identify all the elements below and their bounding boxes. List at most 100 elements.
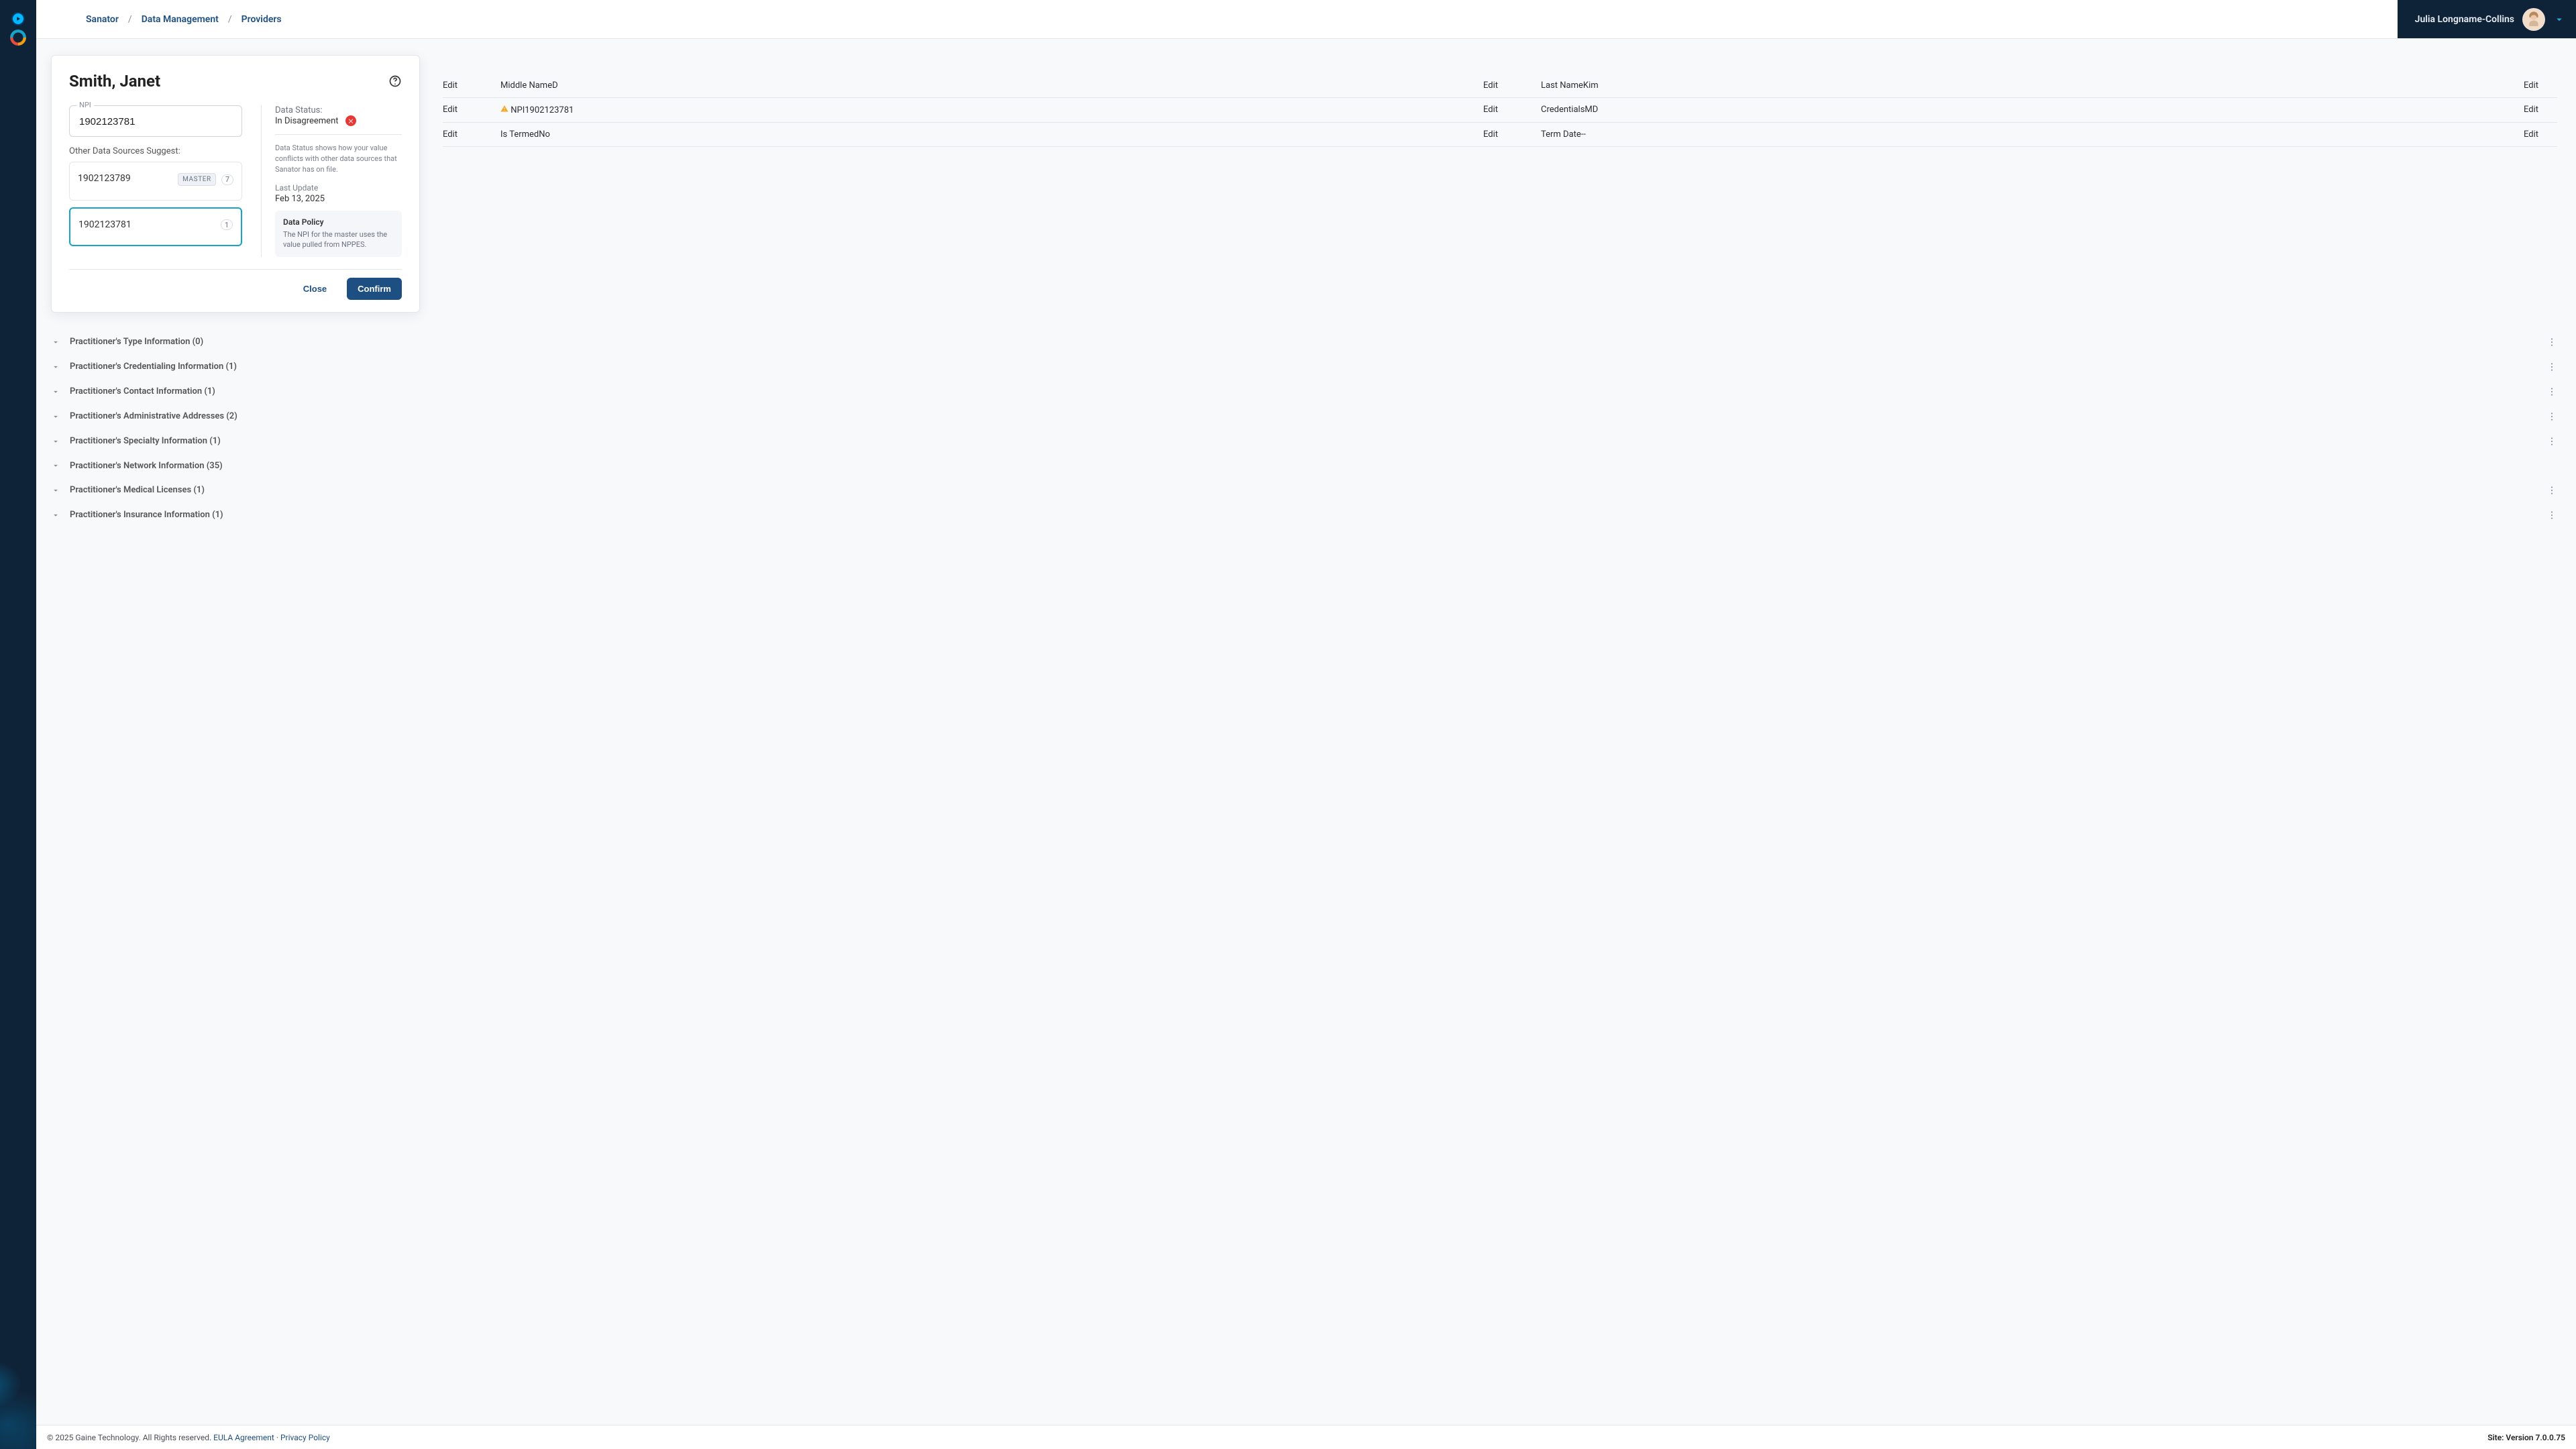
- status-panel: Data Status: In Disagreement Data Status…: [261, 105, 402, 257]
- data-policy-value: The NPI for the master uses the value pu…: [283, 229, 394, 250]
- field-value: 1902123781: [525, 105, 574, 115]
- kebab-menu-icon[interactable]: [2546, 510, 2561, 521]
- help-icon[interactable]: [388, 74, 402, 88]
- rail-indicator-icon: [13, 13, 23, 24]
- accordion-item[interactable]: Practitioner's Type Information (0): [51, 330, 2561, 355]
- page-title: Smith, Janet: [69, 72, 160, 91]
- chevron-down-icon: [51, 387, 60, 396]
- left-rail: [0, 0, 36, 1449]
- confirm-button[interactable]: Confirm: [347, 278, 402, 300]
- header: Sanator / Data Management / Providers Ju…: [36, 0, 2576, 39]
- field-value: No: [539, 129, 550, 140]
- accordion-item[interactable]: Practitioner's Contact Information (1): [51, 380, 2561, 405]
- field-label: NPI: [500, 105, 525, 115]
- field-value: MD: [1585, 105, 1598, 115]
- footer-privacy-link[interactable]: Privacy Policy: [280, 1433, 330, 1442]
- npi-label: NPI: [76, 101, 94, 109]
- accordion-item[interactable]: Practitioner's Credentialing Information…: [51, 355, 2561, 380]
- accordion-item[interactable]: Practitioner's Administrative Addresses …: [51, 405, 2561, 429]
- field-value: --: [1581, 129, 1586, 140]
- master-badge: MASTER: [178, 173, 216, 186]
- edit-link[interactable]: Edit: [1483, 105, 1530, 115]
- field-value: D: [552, 80, 558, 91]
- suggest-option[interactable]: 1902123789 MASTER 7: [69, 162, 242, 201]
- chevron-down-icon: [51, 337, 60, 347]
- edit-link[interactable]: Edit: [1483, 80, 1530, 91]
- warning-icon: [500, 105, 508, 113]
- chevron-down-icon: [51, 362, 60, 372]
- kebab-menu-icon[interactable]: [2546, 411, 2561, 422]
- status-label: Data Status:: [275, 105, 402, 115]
- status-error-icon: [345, 115, 356, 126]
- accordion-title: Practitioner's Medical Licenses (1): [70, 485, 205, 495]
- accordion-list: Practitioner's Type Information (0) Prac…: [51, 330, 2561, 528]
- edit-link[interactable]: Edit: [443, 105, 490, 115]
- edit-link[interactable]: Edit: [2524, 105, 2557, 115]
- breadcrumb-sep: /: [128, 14, 132, 25]
- field-label: Middle Name: [500, 80, 552, 91]
- accordion-item[interactable]: Practitioner's Network Information (35): [51, 454, 2561, 478]
- accordion-title: Practitioner's Contact Information (1): [70, 386, 215, 396]
- breadcrumb-sep: /: [228, 14, 232, 25]
- kebab-menu-icon[interactable]: [2546, 436, 2561, 447]
- accordion-item[interactable]: Practitioner's Insurance Information (1): [51, 503, 2561, 528]
- status-help: Data Status shows how your value conflic…: [275, 143, 402, 175]
- footer: © 2025 Gaine Technology. All Rights rese…: [36, 1425, 2576, 1449]
- app-logo-icon: [10, 30, 26, 46]
- field-label: Last Name: [1541, 80, 1583, 91]
- edit-link[interactable]: Edit: [1483, 129, 1530, 140]
- accordion-title: Practitioner's Credentialing Information…: [70, 362, 237, 372]
- avatar[interactable]: [2522, 8, 2545, 31]
- field-value: Kim: [1583, 80, 1599, 91]
- breadcrumb-sanator[interactable]: Sanator: [86, 14, 119, 25]
- rail-decoration: [0, 1338, 36, 1449]
- edit-link[interactable]: Edit: [443, 80, 490, 91]
- accordion-item[interactable]: Practitioner's Medical Licenses (1): [51, 478, 2561, 503]
- content: Smith, Janet NPI Other Data Sources Sugg…: [36, 39, 2576, 1425]
- npi-field[interactable]: NPI: [69, 105, 242, 137]
- accordion-title: Practitioner's Type Information (0): [70, 337, 203, 347]
- user-area[interactable]: Julia Longname-Collins: [2398, 0, 2576, 38]
- accordion-title: Practitioner's Specialty Information (1): [70, 436, 221, 446]
- accordion-item[interactable]: Practitioner's Specialty Information (1): [51, 429, 2561, 454]
- last-update-value: Feb 13, 2025: [275, 194, 402, 204]
- field-label: Credentials: [1541, 105, 1585, 115]
- chevron-down-icon: [51, 511, 60, 520]
- chevron-down-icon: [51, 461, 60, 470]
- data-policy: Data Policy The NPI for the master uses …: [275, 211, 402, 257]
- footer-eula-link[interactable]: EULA Agreement: [213, 1433, 274, 1442]
- chevron-down-icon: [51, 486, 60, 495]
- footer-version: Site: Version 7.0.0.75: [2487, 1433, 2565, 1442]
- kebab-menu-icon[interactable]: [2546, 362, 2561, 372]
- kebab-menu-icon[interactable]: [2546, 337, 2561, 347]
- details-grid: Edit Middle NameD Edit Last NameKim Edit Edit…: [443, 55, 2561, 147]
- breadcrumb: Sanator / Data Management / Providers: [36, 14, 282, 25]
- data-policy-label: Data Policy: [283, 217, 394, 227]
- suggest-option-selected[interactable]: 1902123781 1: [69, 207, 242, 246]
- kebab-menu-icon[interactable]: [2546, 485, 2561, 496]
- breadcrumb-data-management[interactable]: Data Management: [142, 14, 219, 25]
- suggest-count: 1: [221, 219, 233, 230]
- status-value: In Disagreement: [275, 116, 339, 126]
- footer-sep: ·: [276, 1433, 278, 1442]
- chevron-down-icon[interactable]: [2553, 13, 2565, 25]
- last-update-label: Last Update: [275, 183, 402, 193]
- user-name: Julia Longname-Collins: [2415, 14, 2514, 25]
- close-button[interactable]: Close: [292, 278, 337, 300]
- edit-link[interactable]: Edit: [2524, 129, 2557, 140]
- chevron-down-icon: [51, 412, 60, 421]
- field-label: Term Date: [1541, 129, 1581, 140]
- suggest-value: 1902123781: [78, 219, 131, 230]
- edit-link[interactable]: Edit: [2524, 80, 2557, 91]
- field-label: Is Termed: [500, 129, 539, 140]
- kebab-menu-icon[interactable]: [2546, 386, 2561, 397]
- npi-input[interactable]: [78, 115, 233, 128]
- edit-link[interactable]: Edit: [443, 129, 490, 140]
- accordion-title: Practitioner's Administrative Addresses …: [70, 411, 237, 421]
- data-status-modal: Smith, Janet NPI Other Data Sources Sugg…: [51, 55, 420, 313]
- accordion-title: Practitioner's Insurance Information (1): [70, 510, 223, 520]
- chevron-down-icon: [51, 437, 60, 446]
- suggest-count: 7: [221, 174, 233, 185]
- breadcrumb-providers[interactable]: Providers: [241, 14, 282, 25]
- suggest-list: 1902123789 MASTER 7 1902123781: [69, 162, 242, 246]
